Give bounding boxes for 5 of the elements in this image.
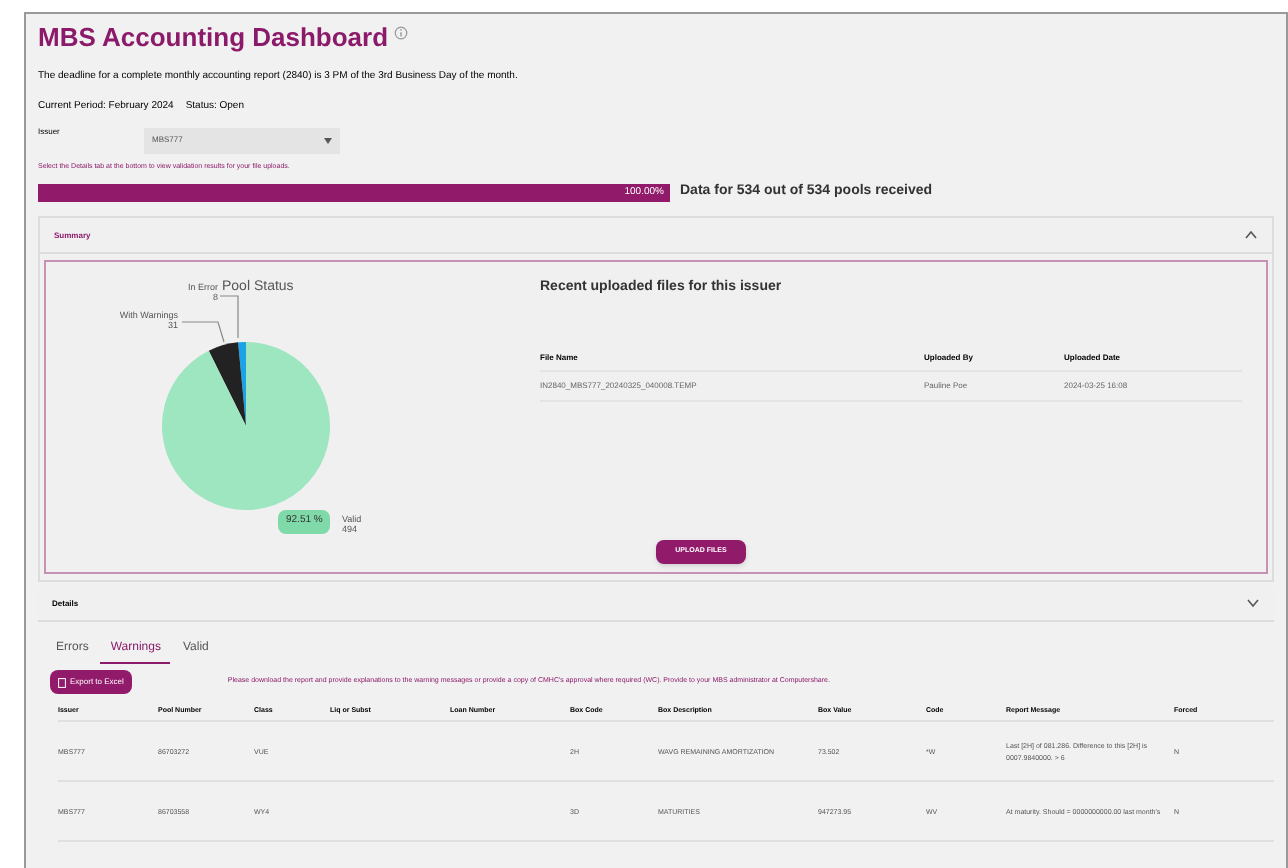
chevron-icon[interactable]	[1246, 598, 1260, 608]
page-title: MBS Accounting Dashboard	[38, 20, 389, 57]
caret-icon	[324, 137, 332, 143]
chevron-icon[interactable]	[1244, 230, 1258, 240]
file-icon	[58, 677, 66, 687]
